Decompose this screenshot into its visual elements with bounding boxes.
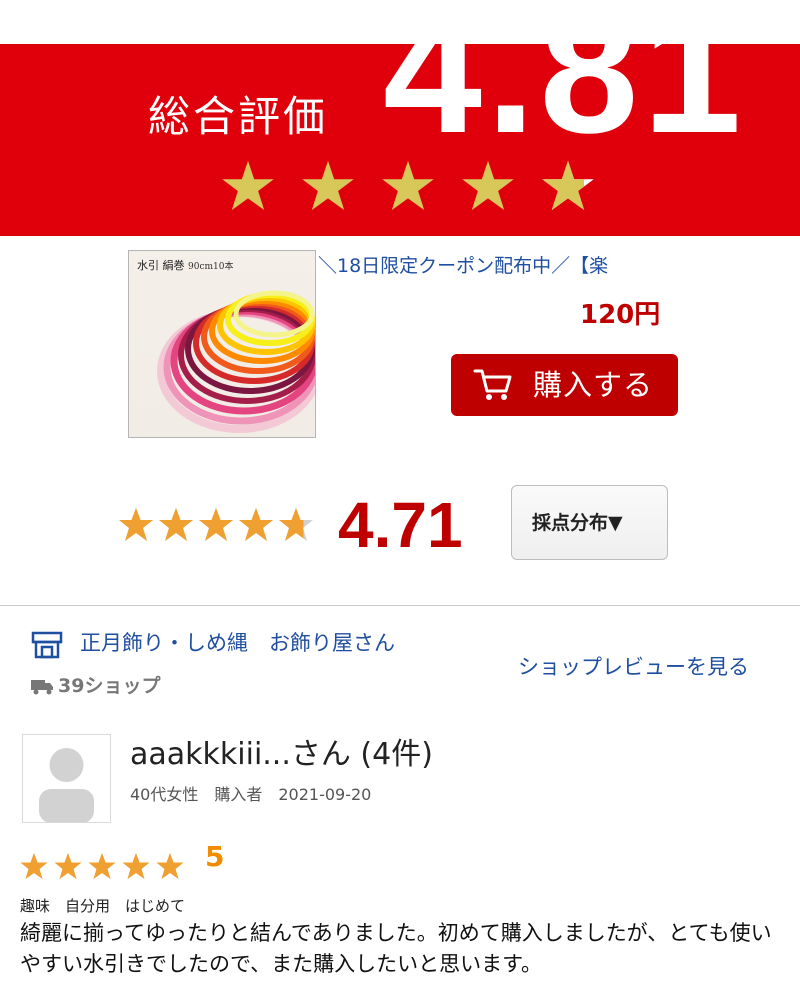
star-icon [382, 160, 434, 211]
shop-39-badge: 39ショップ [58, 675, 161, 697]
reviewer-name[interactable]: aaakkkiii...さん (4件) [130, 735, 433, 775]
review-body: 綺麗に揃ってゆったりと結んでありました。初めて購入しましたが、とても使いやすい水… [20, 921, 772, 976]
cart-icon [473, 369, 512, 400]
rating-distribution-button[interactable]: 採点分布▼ [511, 485, 668, 560]
section-divider [0, 605, 800, 606]
star-icon [302, 160, 354, 211]
buy-button[interactable]: 購入する [451, 354, 678, 416]
star-icon [222, 160, 274, 211]
review-score: 5 [205, 840, 225, 873]
mizuhiki-cords-illustration [157, 290, 315, 433]
rating-distribution-label: 採点分布▼ [532, 512, 623, 534]
truck-icon [31, 680, 53, 695]
product-title-link[interactable]: ＼18日限定クーポン配布中／【楽 [318, 253, 668, 279]
user-avatar-icon [39, 748, 94, 822]
partial-star-icon [542, 160, 594, 211]
shop-review-link[interactable]: ショップレビューを見る [518, 652, 749, 682]
product-image[interactable]: 水引 絹巻 90cm10本 [128, 250, 316, 438]
product-price: 120円 [580, 300, 661, 330]
product-image-caption-sub: 90cm10本 [188, 262, 234, 272]
buy-button-label: 購入する [533, 368, 654, 402]
shop-name-link[interactable]: 正月飾り・しめ縄 お飾り屋さん [80, 628, 395, 658]
review-stars [20, 853, 184, 879]
avatar [22, 734, 111, 823]
overall-rating-label: 総合評価 [148, 92, 329, 141]
overall-rating-score: 4.81 [383, 0, 746, 170]
review-tags: 趣味 自分用 はじめて [20, 897, 186, 915]
product-image-caption: 水引 絹巻 [137, 259, 185, 272]
star-icon [462, 160, 514, 211]
shop-icon [31, 631, 63, 659]
average-rating-score: 4.71 [338, 489, 463, 561]
average-rating-stars [119, 508, 313, 541]
reviewer-meta: 40代女性 購入者 2021-09-20 [130, 785, 372, 804]
